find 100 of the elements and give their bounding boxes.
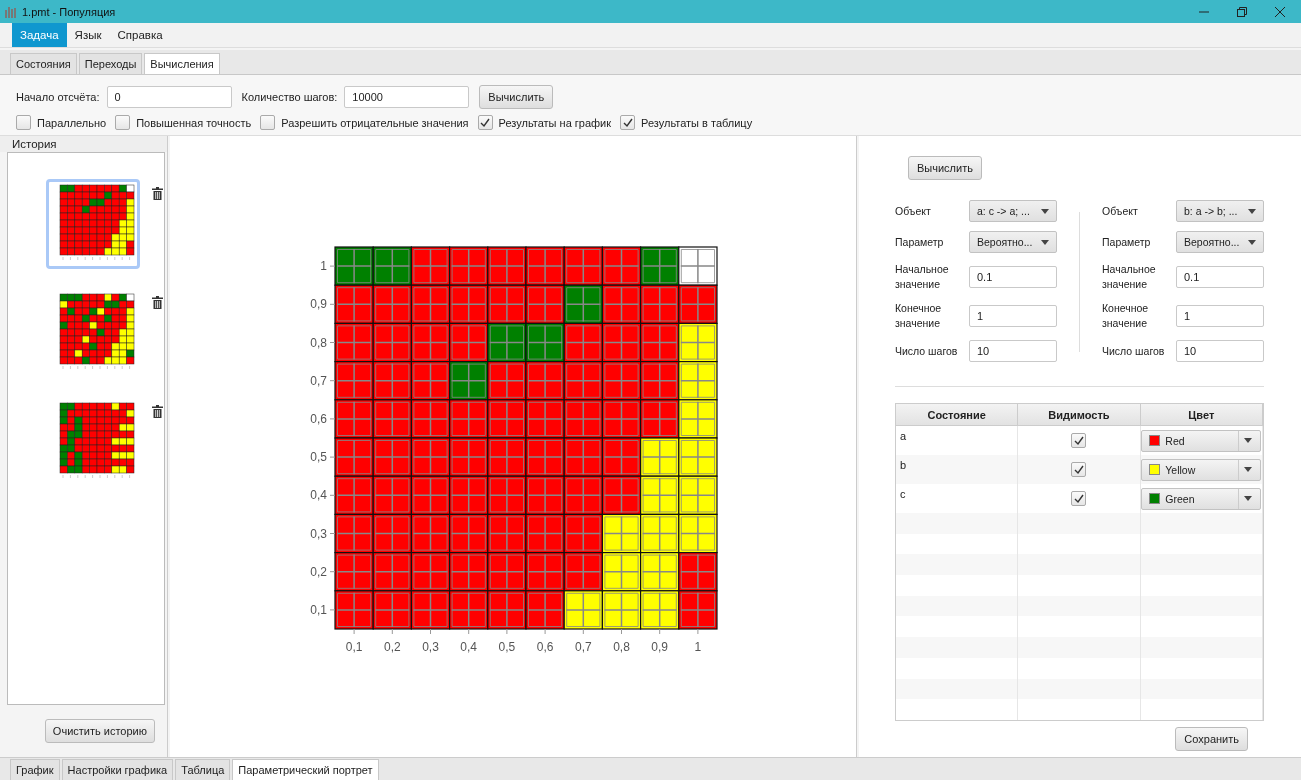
checkbox[interactable] [260,115,276,130]
window-title: 1.pmt - Популяция [22,5,116,18]
close-icon[interactable] [1275,6,1285,17]
y-tick-label: 0,7 [310,373,327,388]
y-tick-label: 0,1 [310,602,327,617]
caret-icon [1244,438,1253,444]
color-picker[interactable]: Green [1141,487,1262,510]
x-axis-tick [506,628,508,635]
checkbox[interactable] [477,115,493,130]
y-tick-label: 0,2 [310,564,327,579]
y-axis-tick [329,571,336,573]
x-axis-tick [391,628,393,635]
y-tick-label: 0,3 [310,526,327,541]
caret-icon [1041,208,1049,214]
trash-icon[interactable] [152,296,163,309]
y-tick-label: 1 [320,259,327,274]
y-tick-label: 0,6 [310,411,327,426]
x-axis-tick [430,628,431,635]
trash-icon[interactable] [152,405,163,418]
x-tick-label: 0,7 [574,640,592,654]
checkbox[interactable] [620,115,636,130]
column-header[interactable]: Состояние [896,404,1019,426]
start-value-field[interactable]: 0.1 [1176,266,1264,289]
start-value-field[interactable]: 0.1 [969,266,1057,289]
state-name: c [900,488,906,501]
object-label: Объект [1102,205,1139,218]
x-axis-tick [468,628,470,635]
menu-item[interactable]: Справка [109,23,171,47]
steps-field[interactable]: 10 [1176,340,1264,363]
end-value-field[interactable]: 1 [1176,305,1264,328]
steps-field[interactable]: 10 [969,340,1057,363]
visibility-checkbox[interactable] [1071,491,1087,507]
x-tick-label: 0,6 [536,640,554,654]
x-axis-tick [697,628,699,635]
steps-field[interactable]: 10000 [344,86,470,108]
history-title: История [12,138,57,150]
x-tick-label: 1 [694,640,702,654]
x-tick-label: 0,2 [383,640,401,654]
start-value-label: Начальное значение [895,262,950,293]
column-header[interactable]: Цвет [1140,404,1263,426]
caret-icon [1248,239,1256,245]
visibility-checkbox[interactable] [1071,433,1087,449]
start-value-label: Начальное значение [1102,262,1157,293]
object-dropdown[interactable]: b: a -> b; ... [1176,200,1264,223]
steps-label: Число шагов [895,345,959,358]
steps-label: Количество шагов: [241,91,338,103]
parameter-label: Параметр [1102,236,1152,249]
clear-history-button[interactable]: Очистить историю [44,719,155,743]
compute-button[interactable]: Вычислить [479,85,554,109]
parameter-dropdown[interactable]: Вероятно... [969,231,1057,254]
app-icon [4,5,18,18]
y-axis-tick [329,265,336,267]
trash-icon[interactable] [152,187,163,200]
y-tick-label: 0,8 [310,335,327,350]
checkbox-label: Параллельно [37,116,107,129]
x-tick-label: 0,1 [345,640,363,654]
y-axis-tick [329,533,336,534]
start-label: Начало отсчёта: [16,91,100,103]
end-value-label: Конечное значение [1102,301,1150,332]
menu-item[interactable]: Язык [66,23,110,47]
tab[interactable]: Состояния [10,53,77,74]
checkbox-label: Результаты на график [498,116,612,129]
x-tick-label: 0,4 [460,640,478,654]
color-picker[interactable]: Red [1141,429,1262,452]
x-axis-tick [353,628,355,635]
tab[interactable]: График [10,759,60,780]
x-axis-tick [582,628,584,635]
save-button[interactable]: Сохранить [1175,726,1248,751]
column-header[interactable]: Видимость [1018,404,1141,426]
tab[interactable]: Таблица [175,759,231,780]
y-axis-tick [329,456,336,458]
object-dropdown[interactable]: a: c -> a; ... [969,200,1057,223]
x-axis-tick [544,628,546,635]
caret-icon [1244,467,1253,473]
end-value-field[interactable]: 1 [969,305,1057,328]
x-axis-tick [621,628,622,635]
x-tick-label: 0,3 [422,640,439,654]
start-field[interactable]: 0 [106,86,232,108]
y-tick-label: 0,4 [310,488,327,503]
steps-label: Число шагов [1102,345,1166,358]
tab[interactable]: Вычисления [144,53,220,74]
x-tick-label: 0,5 [498,640,516,654]
checkbox[interactable] [16,115,31,130]
y-tick-label: 0,5 [310,450,327,465]
caret-icon [1248,208,1256,214]
y-axis-tick [329,494,336,496]
color-picker[interactable]: Yellow [1141,458,1262,481]
tab[interactable]: Настройки графика [61,759,174,780]
compute-button[interactable]: Вычислить [908,156,982,180]
tab[interactable]: Переходы [78,53,143,74]
checkbox[interactable] [115,115,131,130]
restore-icon[interactable] [1237,6,1247,17]
parameter-dropdown[interactable]: Вероятно... [1176,231,1264,254]
parameter-label: Параметр [895,236,945,249]
visibility-checkbox[interactable] [1071,462,1087,478]
x-tick-label: 0,8 [613,640,630,654]
checkbox-label: Повышенная точность [136,116,252,129]
tab[interactable]: Параметрический портрет [232,759,379,780]
y-axis-tick [329,342,336,343]
history-thumbnail[interactable] [46,179,140,269]
